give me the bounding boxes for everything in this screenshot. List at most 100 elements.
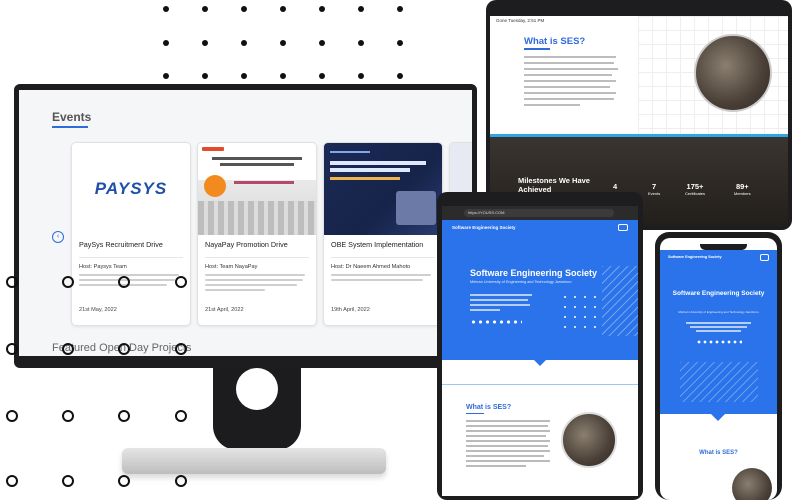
divider bbox=[79, 257, 183, 258]
decorative-ring bbox=[62, 410, 74, 422]
decorative-ring bbox=[6, 410, 18, 422]
stat-events: 7 Events bbox=[648, 182, 660, 196]
menu-icon[interactable] bbox=[618, 224, 628, 231]
stat-label: Certificates bbox=[685, 191, 706, 196]
stat-value: 175+ bbox=[686, 182, 704, 191]
decorative-dot bbox=[163, 6, 169, 12]
monitor-stand-hole bbox=[236, 368, 278, 410]
hero-subtitle: Mehran University of Engineering and Tec… bbox=[678, 310, 759, 314]
navbar-brand[interactable]: Software Engineering Society bbox=[668, 255, 722, 259]
paragraph-line bbox=[524, 68, 618, 70]
events-section-title: Events bbox=[52, 110, 92, 124]
decorative-dot bbox=[241, 40, 247, 46]
decorative-ring bbox=[118, 276, 130, 288]
line-pattern bbox=[602, 266, 638, 336]
decorative-dot bbox=[319, 73, 325, 79]
decorative-dot bbox=[202, 6, 208, 12]
decorative-dot bbox=[241, 73, 247, 79]
hero-text-line bbox=[470, 299, 528, 301]
navbar-brand[interactable]: Software Engineering Society bbox=[452, 225, 516, 230]
decorative-dot bbox=[241, 6, 247, 12]
decorative-dot bbox=[358, 40, 364, 46]
decorative-dot bbox=[280, 40, 286, 46]
smartphone-screen: Software Engineering Society Software En… bbox=[660, 238, 777, 500]
decorative-dot bbox=[397, 73, 403, 79]
browser-toolbar: https://YOUSS.COM bbox=[442, 206, 638, 220]
desktop-monitor: Events ‹ PAYSYS PaySys Recruitment Drive… bbox=[14, 84, 477, 368]
smartphone: Software Engineering Society Software En… bbox=[655, 232, 782, 500]
monitor-stand-base bbox=[122, 448, 386, 474]
group-photo bbox=[561, 412, 617, 468]
decorative-dot bbox=[280, 6, 286, 12]
decorative-ring bbox=[62, 343, 74, 355]
decorative-ring bbox=[6, 276, 18, 288]
decorative-ring bbox=[175, 410, 187, 422]
decorative-dot bbox=[319, 6, 325, 12]
paragraph-line bbox=[524, 74, 612, 76]
what-is-ses-heading: What is SES? bbox=[699, 450, 738, 456]
paragraph-line bbox=[466, 420, 550, 422]
menu-icon[interactable] bbox=[760, 254, 769, 261]
monitor-screen: Events ‹ PAYSYS PaySys Recruitment Drive… bbox=[19, 90, 472, 356]
event-title: PaySys Recruitment Drive bbox=[79, 240, 163, 249]
description-line bbox=[205, 289, 265, 291]
decorative-ring bbox=[175, 475, 187, 487]
divider bbox=[205, 257, 309, 258]
paragraph-line bbox=[466, 455, 544, 457]
description-line bbox=[205, 274, 305, 276]
stat-label: Members bbox=[734, 191, 751, 196]
event-card[interactable]: NayaPay Promotion Drive Host: Team NayaP… bbox=[197, 142, 317, 326]
decorative-ring bbox=[175, 276, 187, 288]
decorative-ring bbox=[62, 276, 74, 288]
status-bar-text: Gone Tuesday, 2:51 PM bbox=[496, 18, 545, 23]
divider bbox=[442, 384, 638, 385]
divider bbox=[331, 257, 435, 258]
event-card[interactable]: OBE System Implementation Host: Dr Naeem… bbox=[323, 142, 443, 326]
decorative-dot bbox=[280, 73, 286, 79]
decorative-dot bbox=[397, 40, 403, 46]
stat-certificates: 175+ Certificates bbox=[685, 182, 705, 196]
paragraph-line bbox=[524, 80, 616, 82]
event-date: 21st May, 2022 bbox=[79, 307, 117, 313]
description-line bbox=[331, 274, 431, 276]
stat-value: 89+ bbox=[735, 182, 749, 191]
event-image: PAYSYS bbox=[72, 143, 190, 235]
paragraph-line bbox=[524, 62, 614, 64]
carousel-prev-button[interactable]: ‹ bbox=[52, 231, 64, 243]
event-title: OBE System Implementation bbox=[331, 240, 424, 249]
social-icons[interactable] bbox=[470, 320, 522, 324]
event-date: 19th April, 2022 bbox=[331, 307, 370, 313]
group-photo bbox=[694, 34, 772, 112]
social-icons[interactable] bbox=[696, 340, 742, 344]
group-photo bbox=[732, 468, 772, 500]
decorative-dot bbox=[163, 73, 169, 79]
description-line bbox=[205, 284, 297, 286]
paragraph-line bbox=[524, 92, 616, 94]
paragraph-line bbox=[466, 430, 550, 432]
hero-subtitle: Mehran University of Engineering and Tec… bbox=[470, 280, 572, 284]
description-line bbox=[79, 274, 179, 276]
hero-text-line bbox=[686, 322, 751, 324]
paragraph-line bbox=[524, 56, 616, 58]
heading-underline bbox=[466, 413, 484, 415]
description-line bbox=[205, 279, 303, 281]
paragraph-line bbox=[524, 86, 610, 88]
hero-arrow bbox=[711, 414, 725, 421]
hero-text-line bbox=[470, 294, 532, 296]
paragraph-line bbox=[466, 450, 550, 452]
decorative-ring bbox=[62, 475, 74, 487]
decorative-dot bbox=[319, 40, 325, 46]
what-is-ses-heading: What is SES? bbox=[524, 36, 586, 47]
description-line bbox=[331, 279, 423, 281]
decorative-dot bbox=[202, 40, 208, 46]
heading-underline bbox=[524, 48, 550, 50]
paragraph-line bbox=[466, 435, 546, 437]
decorative-ring bbox=[118, 475, 130, 487]
decorative-ring bbox=[118, 343, 130, 355]
title-underline bbox=[52, 126, 88, 128]
paragraph-line bbox=[466, 465, 526, 467]
event-date: 21st April, 2022 bbox=[205, 307, 244, 313]
event-host: Host: Team NayaPay bbox=[205, 264, 258, 270]
address-bar[interactable]: https://YOUSS.COM bbox=[464, 209, 614, 217]
event-card[interactable]: PAYSYS PaySys Recruitment Drive Host: Pa… bbox=[71, 142, 191, 326]
